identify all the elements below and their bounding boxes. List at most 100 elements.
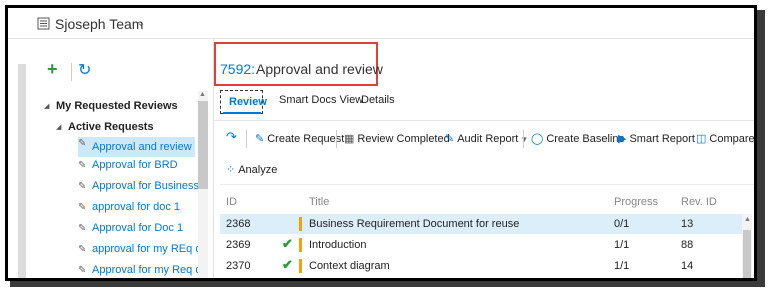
sidebar-item-approval-for-doc-1-b[interactable]: ✎ Approval for Doc 1 (78, 222, 198, 242)
redo-icon[interactable]: ↷ (226, 129, 237, 145)
sidebar-item-approval-for-brd[interactable]: ✎ Approval for BRD (78, 159, 198, 179)
sidebar-item-label: Approval for BRD (92, 159, 178, 171)
baseline-icon: ◯ (531, 133, 544, 145)
cell-title: Context diagram (309, 260, 390, 272)
toolbar-separator (336, 130, 337, 148)
review-completed-label: Review Completed (357, 133, 450, 145)
refresh-icon[interactable]: ↻ (78, 60, 91, 80)
status-bar (299, 238, 302, 252)
column-header-title[interactable]: Title (309, 196, 329, 208)
audit-report-button[interactable]: ✎ Audit Report ▼ (445, 132, 528, 145)
sidebar-scroll-thumb[interactable] (198, 101, 208, 189)
create-baseline-button[interactable]: ◯ Create Baseline (531, 132, 625, 145)
sidebar-item-approval-and-review[interactable]: ✎ Approval and review (78, 137, 195, 157)
compare-button[interactable]: ◫ Compare (696, 132, 755, 145)
cell-id: 2368 (226, 218, 251, 230)
sidebar-item-approval-for-my-req-do[interactable]: ✎ Approval for my Req do... (78, 264, 198, 278)
chevron-down-icon[interactable]: ⌄ (137, 18, 145, 29)
grid-scroll-thumb[interactable] (743, 230, 751, 278)
add-icon[interactable]: + (47, 59, 58, 80)
checkmark-icon: ✔ (282, 236, 293, 251)
column-header-progress[interactable]: Progress (614, 196, 658, 208)
tab-details[interactable]: Details (361, 94, 395, 106)
create-baseline-label: Create Baseline (546, 133, 625, 145)
cell-progress: 0/1 (614, 218, 630, 230)
tab-review[interactable]: Review (220, 90, 267, 114)
cell-id: 2369 (226, 239, 251, 251)
create-request-button[interactable]: ✎ Create Request (255, 132, 344, 145)
cell-rev-id: 14 (681, 260, 694, 272)
smart-report-label: Smart Report (629, 133, 695, 145)
toolbar-separator (246, 130, 247, 148)
sidebar-item-label: approval for my REq doc (92, 243, 198, 255)
group-active-requests[interactable]: Active Requests (68, 121, 154, 133)
calendar-check-icon: ▦ (344, 133, 355, 145)
compare-label: Compare (709, 133, 755, 145)
window-shadow (10, 281, 765, 287)
cell-title: Business Requirement Document for reuse (309, 218, 520, 230)
toolbar-divider-top (214, 120, 754, 121)
checkmark-icon: ✔ (282, 257, 293, 272)
create-request-label: Create Request (267, 133, 345, 145)
sidebar-item-label: Approval for my Req do... (92, 264, 198, 276)
sidebar-item-approval-for-business[interactable]: ✎ Approval for Business Re... (78, 180, 198, 200)
cell-rev-id: 88 (681, 239, 694, 251)
sidebar-item-label: Approval for Doc 1 (92, 222, 184, 234)
grid-divider (220, 184, 754, 185)
analyze-label: Analyze (238, 164, 278, 176)
team-list-icon (37, 17, 50, 30)
section-my-requested-reviews[interactable]: My Requested Reviews (56, 100, 178, 112)
edit-document-icon: ✎ (78, 244, 87, 255)
sidebar-item-label: Approval and review (92, 141, 192, 153)
edit-document-icon: ✎ (78, 181, 87, 192)
work-item-id[interactable]: 7592: (220, 61, 255, 77)
table-row[interactable]: 2369 ✔ Introduction 1/1 88 (220, 235, 742, 255)
edit-icon: ✎ (255, 133, 265, 145)
caret-down-icon: ▼ (520, 135, 529, 144)
cell-rev-id: 13 (681, 218, 694, 230)
cell-id: 2370 (226, 260, 251, 272)
table-row[interactable]: 2370 ✔ Context diagram 1/1 14 (220, 256, 742, 276)
smart-report-icon: ▶ (618, 133, 627, 145)
toolbar-divider (71, 63, 72, 81)
analyze-button[interactable]: ⁘ Analyze (226, 163, 277, 176)
tab-review-label: Review (229, 96, 267, 108)
sidebar-item-label: approval for doc 1 (92, 201, 181, 213)
toolbar-separator (523, 130, 524, 148)
column-header-id[interactable]: ID (226, 196, 237, 208)
status-bar (299, 217, 302, 231)
edit-document-icon: ✎ (78, 265, 87, 276)
left-panel: + ↻ ◢ My Requested Reviews ◢ Active Requ… (8, 39, 214, 278)
edit-document-icon: ✎ (78, 160, 87, 171)
edit-document-icon: ✎ (78, 223, 87, 234)
scroll-up-icon[interactable]: ▲ (199, 91, 206, 98)
edit-document-icon: ✎ (78, 202, 87, 213)
sidebar-item-label: Approval for Business Re... (92, 180, 198, 192)
expand-triangle-icon[interactable]: ◢ (44, 102, 49, 110)
scroll-up-icon[interactable]: ▲ (744, 216, 751, 223)
compare-icon: ◫ (696, 133, 707, 145)
cell-title: Introduction (309, 239, 367, 251)
report-edit-icon: ✎ (445, 133, 455, 145)
cell-progress: 1/1 (614, 239, 630, 251)
app-window: Sjoseph Team ⌄ + ↻ ◢ My Requested Review… (5, 5, 757, 281)
cell-progress: 1/1 (614, 260, 630, 272)
active-tab-indicator (223, 112, 261, 114)
sidebar-item-approval-for-doc-1[interactable]: ✎ approval for doc 1 (78, 201, 198, 221)
page-title: Approval and review (256, 61, 383, 77)
team-selector[interactable]: Sjoseph Team (55, 16, 143, 32)
audit-report-label: Audit Report (457, 133, 519, 145)
edit-document-icon: ✎ (78, 138, 87, 149)
sidebar-item-approval-for-my-req-doc[interactable]: ✎ approval for my REq doc (78, 243, 198, 263)
status-bar (299, 259, 302, 273)
smart-report-button[interactable]: ▶ Smart Report (618, 132, 695, 145)
table-row[interactable]: 2368 Business Requirement Document for r… (220, 214, 742, 234)
expand-triangle-icon[interactable]: ◢ (56, 123, 61, 131)
team-header: Sjoseph Team ⌄ (8, 8, 754, 39)
review-completed-button[interactable]: ▦ Review Completed (344, 132, 450, 145)
window-shadow (757, 10, 765, 285)
analyze-icon: ⁘ (226, 164, 236, 176)
tab-smart-docs-view[interactable]: Smart Docs View (279, 94, 363, 106)
collapse-strip[interactable] (18, 64, 26, 278)
column-header-rev-id[interactable]: Rev. ID (681, 196, 717, 208)
